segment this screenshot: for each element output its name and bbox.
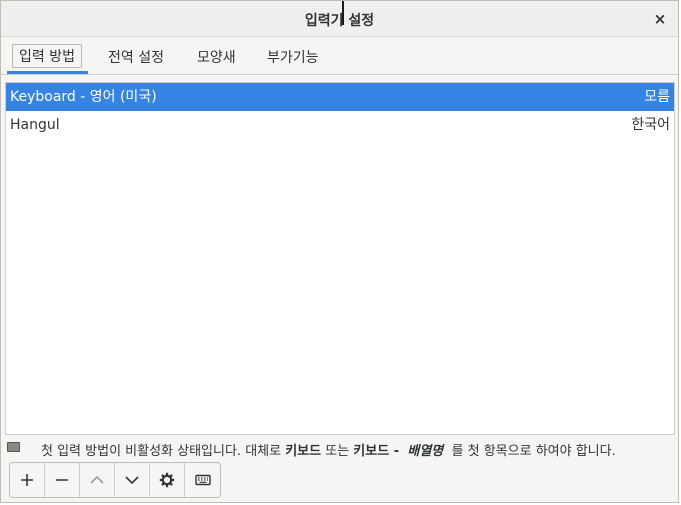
tab-input-method[interactable]: 입력 방법: [12, 44, 82, 68]
text-cursor: [342, 1, 344, 25]
close-button[interactable]: ×: [650, 9, 670, 29]
tab-addons[interactable]: 부가기능: [267, 47, 319, 67]
list-item-keyboard-us[interactable]: Keyboard - 영어 (미국) 모름: [6, 83, 674, 111]
input-method-list[interactable]: Keyboard - 영어 (미국) 모름 Hangul 한국어: [5, 82, 675, 435]
input-method-language: 모름: [644, 89, 670, 105]
minus-icon: [56, 479, 68, 481]
list-toolbar: [9, 462, 221, 498]
move-up-button[interactable]: [80, 463, 115, 497]
remove-button[interactable]: [45, 463, 80, 497]
gear-icon: [159, 472, 175, 488]
config-window: 입력기 설정 × 입력 방법 전역 설정 모양새 부가기능 Keyboard -…: [0, 0, 679, 503]
list-item-hangul[interactable]: Hangul 한국어: [6, 111, 674, 139]
tab-appearance[interactable]: 모양새: [197, 47, 236, 67]
add-button[interactable]: [10, 463, 45, 497]
configure-button[interactable]: [150, 463, 185, 497]
active-tab-indicator: [7, 71, 88, 74]
titlebar[interactable]: 입력기 설정 ×: [1, 1, 678, 37]
message-text-2: 또는: [321, 444, 354, 459]
message-text-3: 를 첫 항목으로 하여야 합니다.: [447, 444, 616, 459]
chevron-up-icon: [90, 475, 104, 484]
keyboard-layout-button[interactable]: [185, 463, 220, 497]
keyboard-icon: [194, 474, 211, 486]
move-down-button[interactable]: [115, 463, 150, 497]
message-bold-keyboard-dash: 키보드 -: [353, 444, 400, 459]
tab-bar: 입력 방법 전역 설정 모양새 부가기능: [1, 37, 678, 75]
tab-global-settings[interactable]: 전역 설정: [108, 47, 164, 67]
input-method-name: Hangul: [10, 117, 60, 133]
message-text-1: 첫 입력 방법이 비활성화 상태입니다. 대체로: [41, 444, 286, 459]
input-method-language: 한국어: [631, 117, 670, 133]
plus-icon: [21, 474, 33, 486]
chevron-down-icon: [125, 476, 139, 485]
message-bold-keyboard: 키보드: [285, 444, 322, 459]
window-title: 입력기 설정: [304, 13, 375, 29]
warning-message: 첫 입력 방법이 비활성화 상태입니다. 대체로 키보드 또는 키보드 - 배열…: [41, 440, 616, 459]
message-layout-name: 배열명: [407, 444, 444, 459]
input-method-name: Keyboard - 영어 (미국): [10, 89, 157, 105]
keyboard-status-icon: [7, 442, 20, 452]
